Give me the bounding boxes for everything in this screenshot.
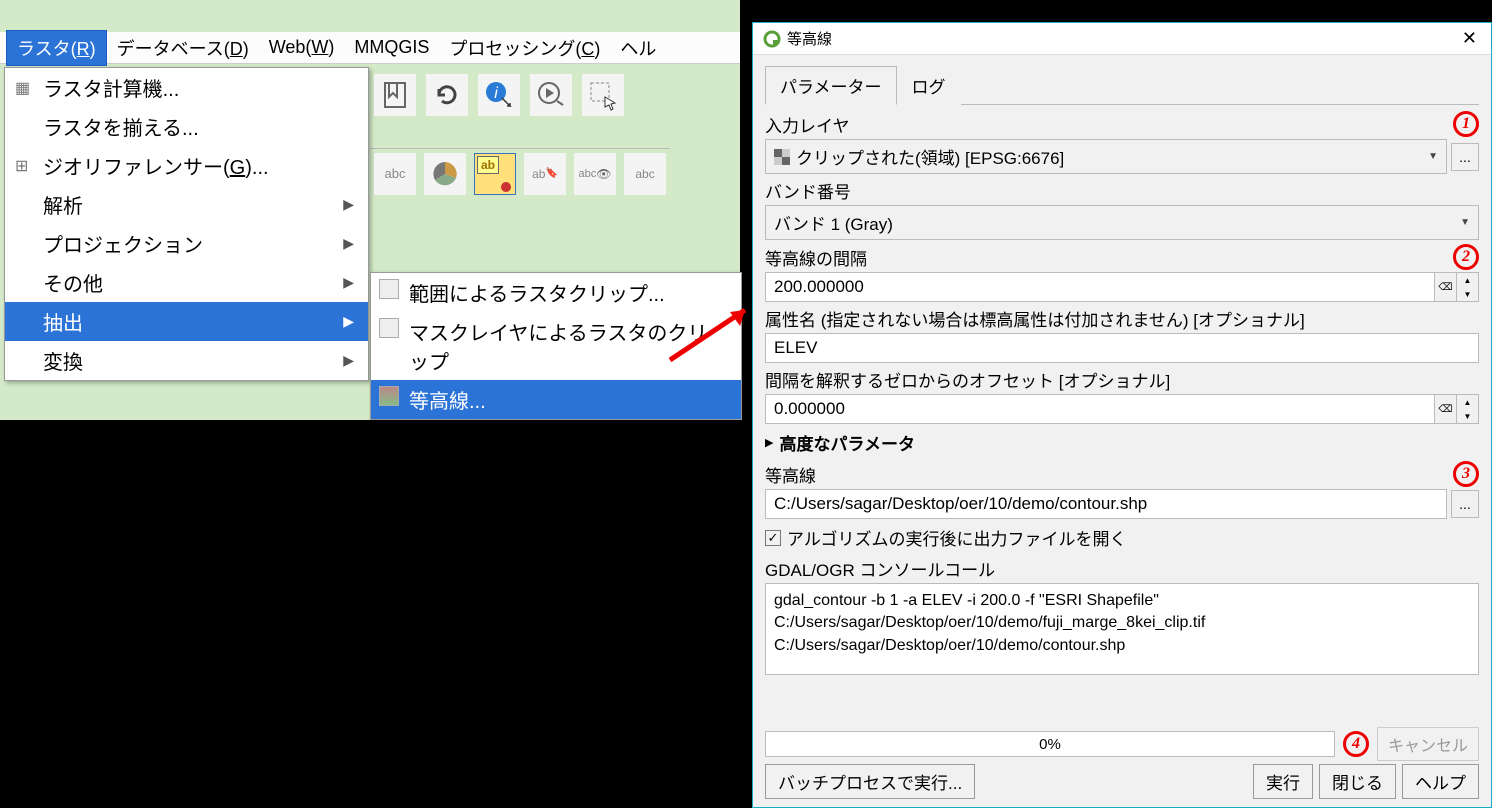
spin-buttons[interactable]: ▲▼ [1457, 272, 1479, 302]
band-label: バンド番号 [765, 178, 851, 203]
output-label: 等高線 [765, 462, 816, 487]
submenu-arrow-icon: ▶ [343, 235, 354, 252]
menu-projection[interactable]: プロジェクション▶ [5, 224, 368, 263]
menu-raster-calculator[interactable]: ▦ラスタ計算機... [5, 68, 368, 107]
menu-georeferencer[interactable]: ⊞ジオリファレンサー(G)... [5, 146, 368, 185]
run-icon[interactable] [530, 74, 572, 116]
input-layer-label: 入力レイヤ [765, 112, 850, 137]
contour-icon [379, 386, 399, 406]
spin-down-icon: ▼ [1457, 287, 1478, 301]
annotation-3: 3 [1453, 461, 1479, 487]
spin-buttons[interactable]: ▲▼ [1457, 394, 1479, 424]
progress-bar: 0% [765, 731, 1335, 757]
label-pin-icon[interactable]: ab [474, 153, 516, 195]
batch-run-button[interactable]: バッチプロセスで実行... [765, 764, 975, 799]
annotation-arrow [660, 300, 760, 370]
clip-mask-icon [379, 318, 399, 338]
menu-analysis[interactable]: 解析▶ [5, 185, 368, 224]
menu-extract[interactable]: 抽出▶ [5, 302, 368, 341]
clear-icon[interactable]: ⌫ [1435, 272, 1457, 302]
raster-layer-icon [774, 149, 790, 165]
spin-down-icon: ▼ [1457, 409, 1478, 423]
close-button[interactable]: 閉じる [1319, 764, 1396, 799]
clear-icon[interactable]: ⌫ [1435, 394, 1457, 424]
dialog-tabs: パラメーター ログ [765, 65, 1479, 105]
menu-other[interactable]: その他▶ [5, 263, 368, 302]
attribute-label: 属性名 (指定されない場合は標高属性は付加されません) [オプショナル] [765, 306, 1305, 331]
menu-convert[interactable]: 変換▶ [5, 341, 368, 380]
calc-icon: ▦ [15, 78, 30, 98]
open-after-label: アルゴリズムの実行後に出力ファイルを開く [787, 525, 1127, 550]
raster-menu-dropdown: ▦ラスタ計算機... ラスタを揃える... ⊞ジオリファレンサー(G)... 解… [4, 67, 369, 381]
expand-arrow-icon: ▶ [765, 436, 773, 449]
contour-dialog: 等高線 ✕ パラメーター ログ 入力レイヤ 1 クリップされた(領域) [EPS… [752, 22, 1492, 808]
submenu-arrow-icon: ▶ [343, 274, 354, 291]
advanced-params-toggle[interactable]: ▶ 高度なパラメータ [765, 430, 1479, 455]
dialog-title-bar: 等高線 ✕ [753, 23, 1491, 55]
dropdown-arrow-icon: ▼ [1460, 217, 1470, 228]
svg-text:i: i [494, 85, 498, 102]
help-button[interactable]: ヘルプ [1402, 764, 1479, 799]
bookmark-icon[interactable] [374, 74, 416, 116]
submenu-arrow-icon: ▶ [343, 352, 354, 369]
select-rect-icon[interactable] [582, 74, 624, 116]
menu-raster[interactable]: ラスタ(R) [6, 30, 107, 66]
annotation-1: 1 [1453, 111, 1479, 137]
run-button[interactable]: 実行 [1253, 764, 1313, 799]
menu-help[interactable]: ヘル [610, 31, 666, 65]
dropdown-arrow-icon: ▼ [1428, 151, 1438, 162]
menu-processing[interactable]: プロセッシング(C) [439, 31, 610, 65]
tab-log[interactable]: ログ [897, 66, 961, 105]
annotation-4: 4 [1343, 731, 1369, 757]
spin-up-icon: ▲ [1457, 395, 1478, 409]
interval-label: 等高線の間隔 [765, 245, 867, 270]
open-after-checkbox[interactable]: ✓ [765, 530, 781, 546]
menu-web[interactable]: Web(W) [259, 33, 345, 62]
georef-icon: ⊞ [15, 156, 28, 176]
band-combo[interactable]: バンド 1 (Gray) ▼ [765, 205, 1479, 240]
input-layer-combo[interactable]: クリップされた(領域) [EPSG:6676] ▼ [765, 139, 1447, 174]
menu-mmqgis[interactable]: MMQGIS [344, 33, 439, 62]
abc-label-icon[interactable]: abc [374, 153, 416, 195]
dialog-title: 等高線 [787, 28, 832, 49]
pie-icon[interactable] [424, 153, 466, 195]
browse-input-button[interactable]: ... [1451, 143, 1479, 171]
ab-tag-icon[interactable]: ab🔖 [524, 153, 566, 195]
abc-eye-icon[interactable]: abc👁 [574, 153, 616, 195]
qgis-logo-icon [763, 30, 781, 48]
clip-extent-icon [379, 279, 399, 299]
submenu-arrow-icon: ▶ [343, 313, 354, 330]
interval-input[interactable]: 200.000000 [765, 272, 1435, 302]
toolbar-row-2: abc ab ab🔖 abc👁 abc [370, 148, 670, 198]
menu-database[interactable]: データベース(D) [107, 31, 259, 65]
cancel-button: キャンセル [1377, 727, 1479, 761]
output-path-input[interactable]: C:/Users/sagar/Desktop/oer/10/demo/conto… [765, 489, 1447, 519]
menu-align-raster[interactable]: ラスタを揃える... [5, 107, 368, 146]
qgis-main-window: ラスタ(R) データベース(D) Web(W) MMQGIS プロセッシング(C… [0, 0, 740, 420]
console-output[interactable]: gdal_contour -b 1 -a ELEV -i 200.0 -f "E… [765, 583, 1479, 675]
close-button[interactable]: ✕ [1458, 28, 1481, 49]
abc-last-icon[interactable]: abc [624, 153, 666, 195]
spin-up-icon: ▲ [1457, 273, 1478, 287]
console-label: GDAL/OGR コンソールコール [765, 556, 995, 581]
toolbar-row-1: i [370, 70, 628, 120]
offset-input[interactable]: 0.000000 [765, 394, 1435, 424]
submenu-arrow-icon: ▶ [343, 196, 354, 213]
offset-label: 間隔を解釈するゼロからのオフセット [オプショナル] [765, 367, 1170, 392]
tab-parameters[interactable]: パラメーター [765, 66, 897, 105]
attribute-input[interactable]: ELEV [765, 333, 1479, 363]
browse-output-button[interactable]: ... [1451, 490, 1479, 518]
menu-contour[interactable]: 等高線... [371, 380, 741, 419]
menubar: ラスタ(R) データベース(D) Web(W) MMQGIS プロセッシング(C… [0, 32, 740, 64]
annotation-2: 2 [1453, 244, 1479, 270]
identify-icon[interactable]: i [478, 74, 520, 116]
refresh-icon[interactable] [426, 74, 468, 116]
